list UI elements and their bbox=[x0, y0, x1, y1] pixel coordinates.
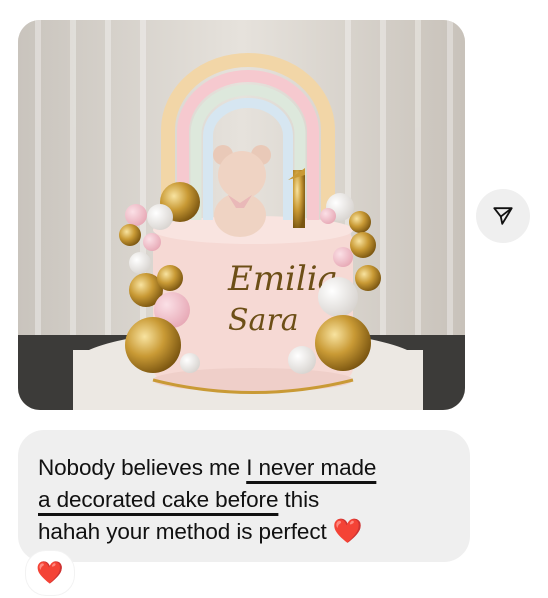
topper-name-2: Sara bbox=[228, 303, 299, 338]
message-text: Nobody believes me I never made a decora… bbox=[38, 452, 450, 548]
shared-photo[interactable]: Emilia Sara bbox=[18, 20, 465, 410]
message-text-part: Nobody believes me bbox=[38, 455, 247, 480]
share-button[interactable] bbox=[476, 189, 530, 243]
message-underlined-text: I never made bbox=[246, 455, 377, 480]
heart-reaction-icon: ❤️ bbox=[36, 560, 64, 585]
message-bubble[interactable]: Nobody believes me I never made a decora… bbox=[18, 430, 470, 562]
message-underlined-text: a decorated cake before bbox=[38, 487, 279, 512]
message-reaction[interactable]: ❤️ bbox=[26, 551, 74, 595]
cake-image: Emilia Sara bbox=[18, 20, 465, 410]
send-icon bbox=[493, 207, 513, 225]
heart-emoji: ❤️ bbox=[332, 518, 363, 545]
message-text-part: this bbox=[278, 487, 320, 512]
message-text-part: hahah your method is perfect bbox=[38, 519, 333, 544]
